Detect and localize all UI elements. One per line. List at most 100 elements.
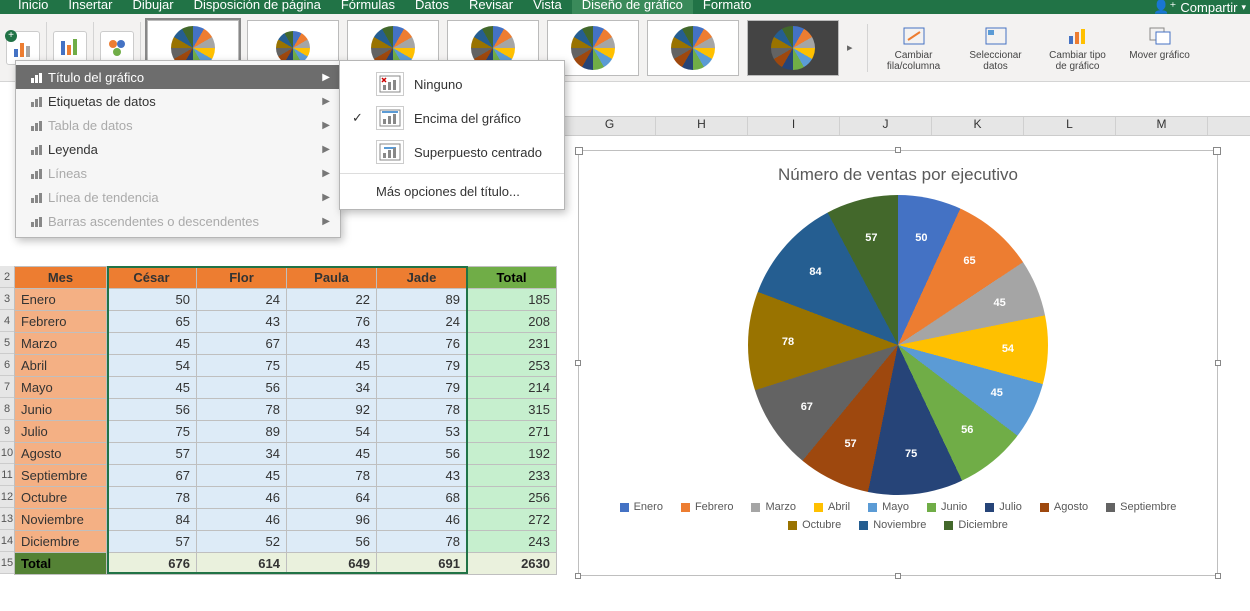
chart-legend[interactable]: Enero Febrero Marzo Abril Mayo Junio Julio Agos… [579,501,1217,531]
column-header-G[interactable]: G [564,117,656,135]
menu-icon [26,142,48,156]
menu-item-3[interactable]: Leyenda▶ [16,137,340,161]
column-header-L[interactable]: L [1024,117,1116,135]
table-total-row[interactable]: Total6766146496912630 [15,553,557,575]
table-header[interactable]: Mes [15,267,107,289]
worksheet-area: 23456789101112131415 MesCésarFlorPaulaJa… [0,266,557,575]
tab-inicio[interactable]: Inicio [8,0,58,14]
legend-swatch [681,503,690,512]
menu-item-0[interactable]: Título del gráfico▶ [16,65,340,89]
select-data-button[interactable]: Seleccionar datos [962,24,1030,72]
embedded-chart[interactable]: Número de ventas por ejecutivo 506545544… [578,150,1218,576]
add-chart-element-menu[interactable]: Título del gráfico▶Etiquetas de datos▶Ta… [15,60,341,238]
table-row[interactable]: Septiembre67457843233 [15,465,557,487]
share-button[interactable]: 👤⁺ Compartir ▾ [1153,0,1246,15]
legend-item[interactable]: Abril [814,501,850,513]
chevron-down-icon: ▾ [1241,2,1246,13]
table-row[interactable]: Marzo45674376231 [15,333,557,355]
legend-item[interactable]: Noviembre [859,519,926,531]
tab-disposicion[interactable]: Disposición de página [184,0,331,14]
menu-icon [26,94,48,108]
tab-formato[interactable]: Formato [693,0,761,14]
submenu-more-options[interactable]: Más opciones del título... [340,178,564,203]
table-header[interactable]: César [107,267,197,289]
table-row[interactable]: Febrero65437624208 [15,311,557,333]
legend-item[interactable]: Enero [620,501,663,513]
gallery-more-icon[interactable]: ▸ [847,41,853,54]
move-chart-button[interactable]: Mover gráfico [1126,24,1194,72]
column-header-I[interactable]: I [748,117,840,135]
tab-diseno-grafico[interactable]: Diseño de gráfico [572,0,693,14]
table-row[interactable]: Julio75895453271 [15,421,557,443]
table-header[interactable]: Paula [287,267,377,289]
tab-formulas[interactable]: Fórmulas [331,0,405,14]
legend-item[interactable]: Septiembre [1106,501,1176,513]
menu-item-1[interactable]: Etiquetas de datos▶ [16,89,340,113]
legend-item[interactable]: Agosto [1040,501,1088,513]
column-header-K[interactable]: K [932,117,1024,135]
chart-style-6[interactable] [647,20,739,76]
menu-icon [26,118,48,132]
chart-title-submenu[interactable]: Ninguno✓Encima del gráficoSuperpuesto ce… [339,60,565,210]
legend-item[interactable]: Marzo [751,501,796,513]
legend-swatch [985,503,994,512]
column-header-M[interactable]: M [1116,117,1208,135]
tab-datos[interactable]: Datos [405,0,459,14]
chart-style-7[interactable] [747,20,839,76]
pie-data-label: 65 [963,255,975,267]
menu-item-2: Tabla de datos▶ [16,113,340,137]
legend-swatch [927,503,936,512]
table-row[interactable]: Mayo45563479214 [15,377,557,399]
chevron-right-icon: ▶ [322,216,330,227]
sales-table[interactable]: MesCésarFlorPaulaJadeTotal Enero50242289… [14,266,557,575]
column-header-N[interactable]: N [1208,117,1250,135]
legend-swatch [1106,503,1115,512]
pie-data-label: 50 [915,232,927,244]
table-header[interactable]: Flor [197,267,287,289]
share-icon: 👤⁺ [1153,0,1176,15]
tab-revisar[interactable]: Revisar [459,0,523,14]
tab-insertar[interactable]: Insertar [58,0,122,14]
table-header[interactable]: Jade [377,267,467,289]
legend-item[interactable]: Octubre [788,519,841,531]
submenu-item-2[interactable]: Superpuesto centrado [340,135,564,169]
switch-row-column-button[interactable]: Cambiar fila/columna [880,24,948,72]
column-headers: GHIJKLMN [564,116,1250,136]
change-chart-type-button[interactable]: Cambiar tipo de gráfico [1044,24,1112,72]
legend-item[interactable]: Mayo [868,501,909,513]
pie-data-label: 84 [809,266,821,278]
table-row[interactable]: Junio56789278315 [15,399,557,421]
column-header-J[interactable]: J [840,117,932,135]
pie-data-label: 57 [865,232,877,244]
legend-swatch [944,521,953,530]
legend-item[interactable]: Diciembre [944,519,1008,531]
submenu-item-0[interactable]: Ninguno [340,67,564,101]
menu-item-5: Línea de tendencia▶ [16,185,340,209]
menu-icon [26,70,48,84]
table-row[interactable]: Agosto57344556192 [15,443,557,465]
table-row[interactable]: Abril54754579253 [15,355,557,377]
legend-item[interactable]: Junio [927,501,967,513]
chevron-right-icon: ▶ [322,96,330,107]
chevron-right-icon: ▶ [322,144,330,155]
legend-swatch [788,521,797,530]
legend-item[interactable]: Febrero [681,501,734,513]
submenu-item-1[interactable]: ✓Encima del gráfico [340,101,564,135]
tab-vista[interactable]: Vista [523,0,572,14]
table-row[interactable]: Octubre78466468256 [15,487,557,509]
table-header[interactable]: Total [467,267,557,289]
ribbon-tabs: Inicio Insertar Dibujar Disposición de p… [0,0,1250,14]
legend-swatch [1040,503,1049,512]
table-row[interactable]: Enero50242289185 [15,289,557,311]
chart-type-icon [1064,24,1092,48]
legend-swatch [868,503,877,512]
column-header-H[interactable]: H [656,117,748,135]
chart-title[interactable]: Número de ventas por ejecutivo [579,151,1217,189]
pie-data-label: 45 [994,297,1006,309]
tab-dibujar[interactable]: Dibujar [122,0,183,14]
table-row[interactable]: Noviembre84469646272 [15,509,557,531]
chevron-right-icon: ▶ [322,120,330,131]
table-row[interactable]: Diciembre57525678243 [15,531,557,553]
pie-plot-area[interactable]: 506545544556755767788457 [748,195,1048,495]
legend-item[interactable]: Julio [985,501,1022,513]
